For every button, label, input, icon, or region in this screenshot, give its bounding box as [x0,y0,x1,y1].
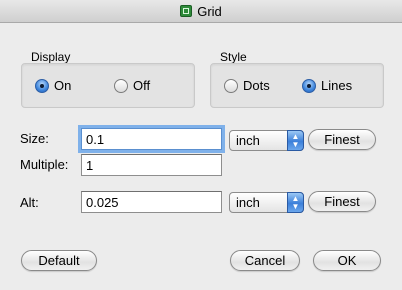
radio-unselected-icon [114,78,128,93]
default-button[interactable]: Default [21,250,97,271]
cancel-button[interactable]: Cancel [230,250,300,271]
alt-finest-button[interactable]: Finest [308,191,376,212]
size-input[interactable] [81,128,222,150]
display-off-label: Off [133,78,151,93]
style-dots-label: Dots [243,78,270,93]
display-group: On Off [21,63,195,108]
display-on-radio[interactable]: On [35,78,71,93]
alt-unit-value: inch [236,195,260,210]
chevron-up-down-icon: ▲ ▼ [287,192,304,213]
alt-label: Alt: [20,195,39,210]
style-lines-radio[interactable]: Lines [302,78,352,93]
display-on-label: On [54,78,72,93]
display-group-label: Display [31,50,71,64]
size-finest-button[interactable]: Finest [308,129,376,150]
style-lines-label: Lines [321,78,353,93]
style-group: Dots Lines [210,63,384,108]
grid-dialog: Grid Display On Off Style Dots Lines Siz… [0,0,402,290]
multiple-label: Multiple: [20,157,69,172]
ok-button[interactable]: OK [313,250,381,271]
multiple-input[interactable] [81,154,222,176]
style-dots-radio[interactable]: Dots [224,78,270,93]
chevron-up-down-icon: ▲ ▼ [287,130,304,151]
grid-app-icon [180,5,193,17]
alt-unit-select[interactable]: inch ▲ ▼ [229,192,304,213]
size-label: Size: [20,131,49,146]
window-title: Grid [197,3,222,19]
radio-selected-icon [35,78,49,93]
radio-selected-icon [302,78,316,93]
radio-unselected-icon [224,78,238,93]
display-off-radio[interactable]: Off [114,78,150,93]
size-unit-select[interactable]: inch ▲ ▼ [229,130,304,151]
size-unit-value: inch [236,133,260,148]
style-group-label: Style [220,50,247,64]
alt-input[interactable] [81,191,222,213]
title-bar[interactable]: Grid [0,0,402,23]
